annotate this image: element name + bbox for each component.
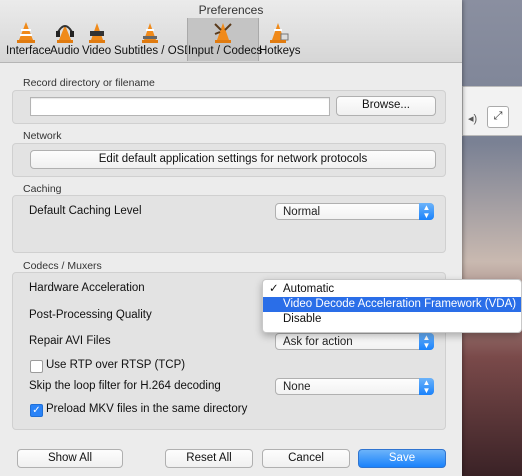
caching-level-select[interactable]: Normal ▲ ▼ [275,203,434,220]
edit-network-settings-button[interactable]: Edit default application settings for ne… [30,150,436,169]
caching-section-title: Caching [23,183,62,195]
show-all-button[interactable]: Show All [17,449,123,468]
preload-mkv-label: Preload MKV files in the same directory [46,403,248,415]
select-arrows-icon: ▲ ▼ [419,203,434,220]
video-cone-icon [89,23,105,43]
headphones-cone-icon [56,25,74,43]
save-button[interactable]: Save [358,449,446,468]
repair-avi-select[interactable]: Ask for action ▲ ▼ [275,333,434,350]
input-codecs-cone-icon [214,23,232,43]
window-title: Preferences [198,3,264,17]
codecs-section-title: Codecs / Muxers [23,260,102,272]
loop-filter-label: Skip the loop filter for H.264 decoding [29,380,221,392]
record-section-title: Record directory or filename [23,77,155,89]
tab-audio[interactable]: Audio [50,18,80,61]
volume-icon: ◂) [468,113,478,125]
vlc-cone-icon [17,22,35,43]
network-section-title: Network [23,130,62,142]
preload-mkv-checkbox[interactable]: ✓ [30,404,43,417]
rtp-over-rtsp-label: Use RTP over RTSP (TCP) [46,359,186,371]
caching-level-label: Default Caching Level [29,205,142,217]
tab-subtitles-osd[interactable]: Subtitles / OSD [114,18,193,61]
tab-input-codecs[interactable]: Input / Codecs [187,18,262,61]
hotkeys-cone-icon [270,23,289,43]
rtp-over-rtsp-checkbox[interactable] [30,360,43,373]
preferences-window: Preferences Interface Audio Video Subtit… [0,0,462,476]
reset-all-button[interactable]: Reset All [165,449,253,468]
subtitles-cone-icon [142,23,158,43]
menu-item-automatic[interactable]: ✓ Automatic [263,282,521,297]
tab-interface[interactable]: Interface [6,18,51,61]
tab-video[interactable]: Video [82,18,112,61]
postproc-label: Post-Processing Quality [29,309,152,321]
menu-item-disable[interactable]: Disable [263,312,521,327]
repair-avi-label: Repair AVI Files [29,335,111,347]
fullscreen-icon[interactable]: ⤢ [487,106,509,128]
menu-item-vda[interactable]: Video Decode Acceleration Framework (VDA… [263,297,521,312]
hw-accel-dropdown-menu: ✓ Automatic Video Decode Acceleration Fr… [262,279,522,333]
select-arrows-icon: ▲ ▼ [419,378,434,395]
checkmark-icon: ✓ [269,283,279,295]
loop-filter-select[interactable]: None ▲ ▼ [275,378,434,395]
cancel-button[interactable]: Cancel [262,449,350,468]
select-arrows-icon: ▲ ▼ [419,333,434,350]
desktop-background [462,0,522,476]
tab-hotkeys[interactable]: Hotkeys [259,18,301,61]
hw-accel-label: Hardware Acceleration [29,282,145,294]
record-path-field[interactable] [30,97,330,116]
browse-button[interactable]: Browse... [336,96,436,116]
